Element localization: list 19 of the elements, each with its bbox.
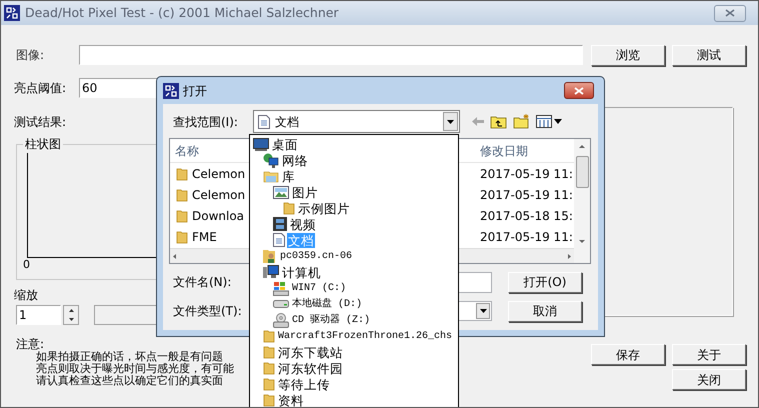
file-name-label: 文件名(N): [173,274,232,291]
histogram-title: 柱状图 [24,136,62,153]
window-title: Dead/Hot Pixel Test - (c) 2001 Michael Salzlechner [25,4,339,22]
note-label: 注意: [16,337,44,351]
note-text: 亮点则取决于曝光时间与感光度，有可能 [36,363,234,375]
modified-date: 2017-05-19 11: [479,186,573,204]
modified-date: 2017-05-18 15: [479,208,573,224]
modified-date: 2017-05-19 11: [479,166,573,182]
look-in-label: 查找范围(I): [173,114,239,130]
threshold-label: 亮点阈值: [13,80,68,97]
image-label: 图像: [15,47,46,64]
note-text: 如果拍摄正确的话，坏点一般是有问题 [36,351,224,363]
axis-label: 0 [23,258,31,271]
file-type-label: 文件类型(T): [173,303,242,320]
dialog-title: 打开 [183,82,207,100]
results-label: 测试结果: [13,114,66,131]
modified-date: 2017-05-19 11: [479,228,573,246]
note-text: 请认真检查这些点以确定它们的真实面 [36,375,224,387]
zoom-label: 缩放 [13,287,38,304]
